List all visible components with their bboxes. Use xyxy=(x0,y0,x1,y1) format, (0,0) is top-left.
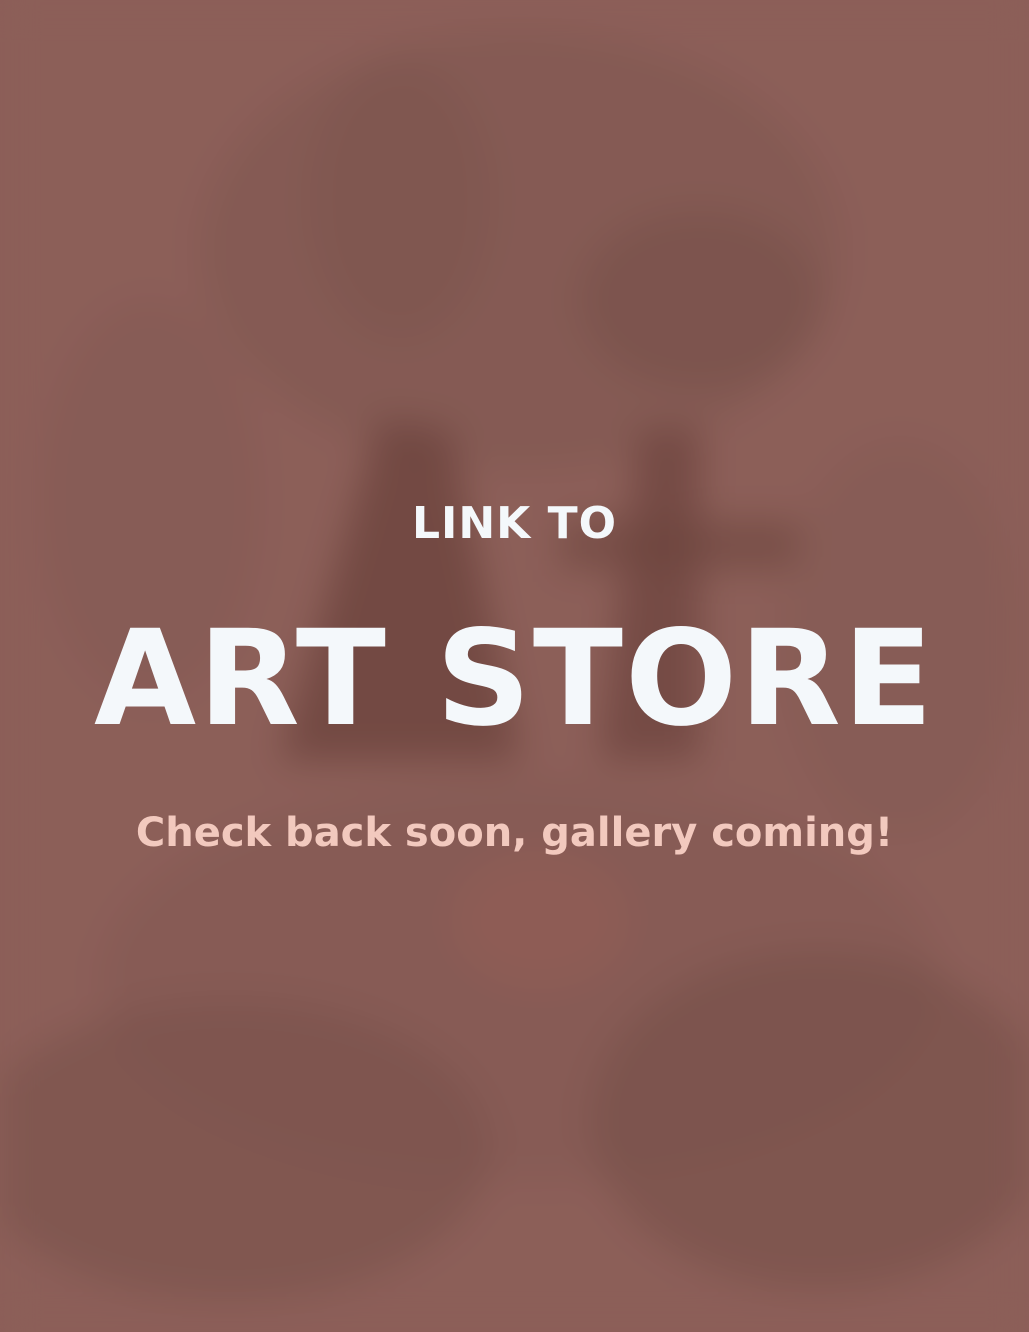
kicker-text: LINK TO xyxy=(411,498,618,549)
card-content: LINK TO ART STORE Check back soon, galle… xyxy=(0,0,1029,1332)
card-title[interactable]: ART STORE xyxy=(0,604,1029,754)
card-subtitle: Check back soon, gallery coming! xyxy=(135,810,894,856)
art-store-link-card[interactable]: LINK TO ART STORE Check back soon, galle… xyxy=(0,0,1029,1332)
